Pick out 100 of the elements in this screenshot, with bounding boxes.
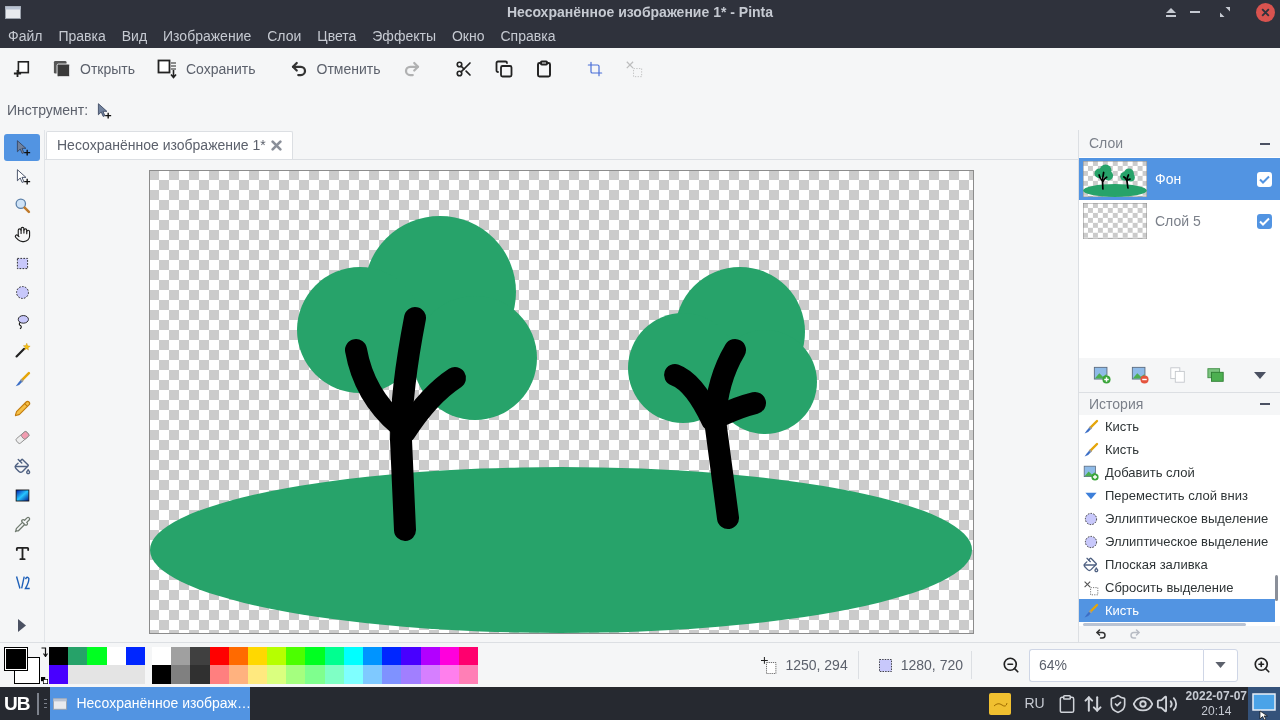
color-swatch[interactable] (151, 646, 172, 665)
primary-secondary-color-swatch[interactable] (4, 646, 40, 684)
maximize-icon[interactable] (1220, 7, 1230, 17)
menu-item[interactable]: Цвета (317, 25, 357, 47)
gradient-square-icon (13, 487, 31, 504)
dashed-square-icon (877, 657, 893, 673)
zoom-dropdown-button[interactable] (1203, 648, 1238, 682)
visibility-checkbox[interactable] (1257, 213, 1272, 229)
color-swatch[interactable] (228, 665, 248, 684)
caret-down-icon[interactable] (1254, 371, 1266, 379)
minus-icon[interactable] (1260, 142, 1270, 145)
two-pages-icon (1169, 366, 1187, 384)
color-swatch[interactable] (190, 646, 210, 665)
history-item[interactable]: Эллиптическое выделение (1079, 507, 1275, 530)
pointer-plus-icon (95, 101, 113, 119)
history-item[interactable]: Добавить слой (1079, 461, 1275, 484)
color-swatch[interactable] (247, 665, 268, 684)
history-item[interactable]: Плоская заливка (1079, 553, 1275, 576)
history-item[interactable]: Кисть (1079, 415, 1275, 438)
color-swatch[interactable] (247, 646, 268, 665)
start-logo[interactable]: UB (4, 694, 30, 713)
menu-item[interactable]: Файл (8, 25, 43, 47)
picture-plus-icon (1083, 464, 1099, 481)
color-swatch[interactable] (458, 646, 479, 665)
menu-item[interactable]: Слои (267, 25, 302, 47)
reset-colors-icon[interactable] (41, 676, 48, 684)
color-swatch[interactable] (343, 665, 363, 684)
menu-item[interactable]: Эффекты (372, 25, 436, 47)
paint-bucket-icon (1083, 556, 1099, 573)
color-swatch[interactable] (439, 646, 459, 665)
dashed-circle-icon (1083, 510, 1099, 527)
color-swatch[interactable] (151, 665, 172, 684)
menu-item[interactable]: Вид (121, 25, 148, 47)
menu-item[interactable]: Справка (500, 25, 556, 47)
recent-color-swatch[interactable] (68, 646, 88, 665)
swap-arrows-icon[interactable] (41, 646, 48, 657)
keyboard-layout[interactable]: RU (1024, 693, 1045, 714)
color-swatch[interactable] (267, 665, 287, 684)
recent-color-swatch[interactable] (125, 646, 145, 665)
eject-icon[interactable] (1166, 7, 1176, 17)
color-swatch[interactable] (458, 665, 479, 684)
zoom-input[interactable]: 64% (1029, 648, 1203, 682)
cursor-position: 1250, 294 (785, 655, 848, 675)
color-swatch[interactable] (382, 665, 402, 684)
recent-color-swatch[interactable] (49, 665, 69, 684)
zoom-in-icon[interactable] (1253, 656, 1271, 674)
color-swatch[interactable] (420, 665, 440, 684)
color-swatch[interactable] (382, 646, 402, 665)
layer-row[interactable]: Слой 5 (1079, 200, 1280, 242)
color-swatch[interactable] (363, 646, 383, 665)
screen-icon[interactable] (1248, 687, 1280, 720)
recent-color-swatch[interactable] (106, 646, 126, 665)
recent-color-swatch[interactable] (87, 646, 107, 665)
document-tab[interactable]: Несохранённое изображение 1* (46, 131, 293, 159)
color-swatch[interactable] (439, 665, 459, 684)
history-item[interactable]: Сбросить выделение (1079, 576, 1275, 599)
color-swatch[interactable] (267, 646, 287, 665)
up-down-arrows-icon[interactable] (1082, 693, 1103, 714)
color-swatch[interactable] (209, 646, 229, 665)
color-swatch[interactable] (286, 665, 306, 684)
color-swatch[interactable] (190, 665, 210, 684)
zoom-out-icon[interactable] (1002, 656, 1020, 674)
color-swatch[interactable] (420, 646, 440, 665)
add-layer-button[interactable] (1093, 366, 1111, 384)
page-plus-icon (13, 60, 31, 78)
undo-icon[interactable] (1095, 628, 1107, 640)
vertical-scrollbar[interactable] (1275, 575, 1278, 601)
menu-item[interactable]: Правка (58, 25, 106, 47)
visibility-checkbox[interactable] (1257, 171, 1272, 187)
color-swatch[interactable] (209, 665, 229, 684)
delete-layer-button[interactable] (1131, 366, 1149, 384)
color-swatch[interactable] (228, 646, 248, 665)
color-swatch[interactable] (343, 646, 363, 665)
history-item[interactable]: Переместить слой вниз (1079, 484, 1275, 507)
color-swatch[interactable] (401, 665, 421, 684)
color-swatch[interactable] (324, 665, 344, 684)
color-swatch[interactable] (324, 646, 344, 665)
color-swatch[interactable] (363, 665, 383, 684)
color-swatch[interactable] (305, 665, 325, 684)
recent-color-swatch[interactable] (49, 646, 69, 665)
color-swatch[interactable] (171, 665, 191, 684)
color-swatch[interactable] (171, 646, 191, 665)
color-swatch[interactable] (401, 646, 421, 665)
expand-arrow-icon[interactable] (18, 619, 26, 632)
toolbar-button[interactable]: Отменить (284, 53, 386, 85)
panel-title: Слои (1089, 134, 1124, 153)
layer-properties-button[interactable] (1207, 366, 1225, 384)
history-item[interactable]: Эллиптическое выделение (1079, 530, 1275, 553)
toolbar-button[interactable]: Сохранить (152, 53, 261, 85)
menu-item[interactable]: Изображение (163, 25, 252, 47)
menu-item[interactable]: Окно (451, 25, 485, 47)
horizontal-scrollbar[interactable] (1083, 622, 1246, 626)
sticky-note-icon[interactable] (989, 692, 1012, 715)
close-tab-icon[interactable] (270, 140, 282, 151)
color-swatch[interactable] (305, 646, 325, 665)
toolbar-button[interactable]: Открыть (48, 53, 140, 85)
color-swatch[interactable] (286, 646, 306, 665)
close-icon[interactable] (1256, 2, 1275, 22)
history-item[interactable]: Кисть (1079, 438, 1275, 461)
redo-icon (402, 60, 421, 78)
